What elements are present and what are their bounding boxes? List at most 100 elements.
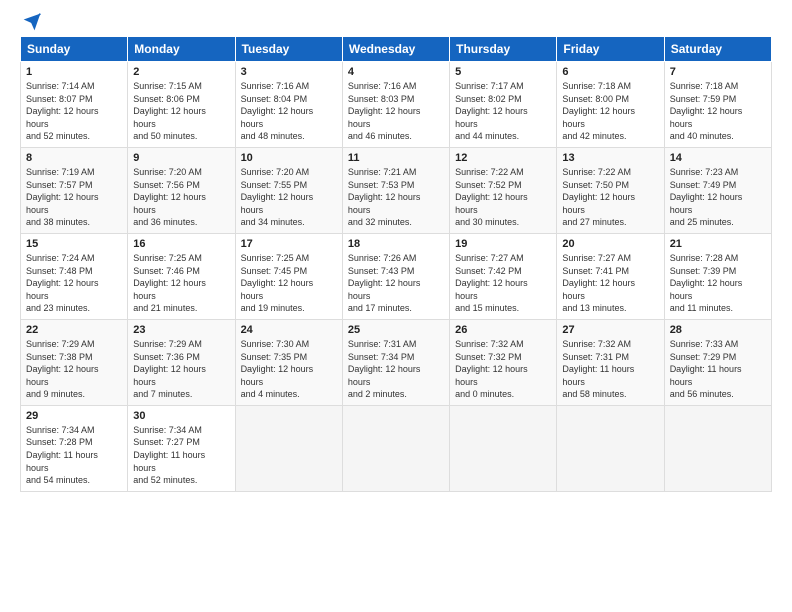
calendar-week-row: 22 Sunrise: 7:29 AM Sunset: 7:38 PM Dayl… [21, 319, 772, 405]
weekday-header-monday: Monday [128, 37, 235, 62]
day-number: 17 [241, 238, 337, 250]
day-number: 11 [348, 152, 444, 164]
calendar-cell: 15 Sunrise: 7:24 AM Sunset: 7:48 PM Dayl… [21, 233, 128, 319]
day-info: Sunrise: 7:32 AM Sunset: 7:32 PM Dayligh… [455, 338, 551, 401]
day-info: Sunrise: 7:27 AM Sunset: 7:41 PM Dayligh… [562, 252, 658, 315]
day-number: 20 [562, 238, 658, 250]
calendar-cell: 4 Sunrise: 7:16 AM Sunset: 8:03 PM Dayli… [342, 62, 449, 148]
calendar-cell [664, 405, 771, 491]
calendar-cell: 27 Sunrise: 7:32 AM Sunset: 7:31 PM Dayl… [557, 319, 664, 405]
day-number: 3 [241, 66, 337, 78]
day-number: 29 [26, 410, 122, 422]
weekday-header-row: SundayMondayTuesdayWednesdayThursdayFrid… [21, 37, 772, 62]
day-info: Sunrise: 7:21 AM Sunset: 7:53 PM Dayligh… [348, 166, 444, 229]
day-info: Sunrise: 7:26 AM Sunset: 7:43 PM Dayligh… [348, 252, 444, 315]
calendar-week-row: 1 Sunrise: 7:14 AM Sunset: 8:07 PM Dayli… [21, 62, 772, 148]
calendar-cell [557, 405, 664, 491]
calendar-cell: 24 Sunrise: 7:30 AM Sunset: 7:35 PM Dayl… [235, 319, 342, 405]
weekday-header-friday: Friday [557, 37, 664, 62]
day-number: 16 [133, 238, 229, 250]
calendar-cell: 6 Sunrise: 7:18 AM Sunset: 8:00 PM Dayli… [557, 62, 664, 148]
day-info: Sunrise: 7:27 AM Sunset: 7:42 PM Dayligh… [455, 252, 551, 315]
day-info: Sunrise: 7:19 AM Sunset: 7:57 PM Dayligh… [26, 166, 122, 229]
calendar-cell: 16 Sunrise: 7:25 AM Sunset: 7:46 PM Dayl… [128, 233, 235, 319]
calendar-cell: 12 Sunrise: 7:22 AM Sunset: 7:52 PM Dayl… [450, 147, 557, 233]
calendar-week-row: 15 Sunrise: 7:24 AM Sunset: 7:48 PM Dayl… [21, 233, 772, 319]
day-info: Sunrise: 7:25 AM Sunset: 7:46 PM Dayligh… [133, 252, 229, 315]
day-number: 12 [455, 152, 551, 164]
day-number: 22 [26, 324, 122, 336]
day-number: 9 [133, 152, 229, 164]
day-info: Sunrise: 7:16 AM Sunset: 8:04 PM Dayligh… [241, 80, 337, 143]
calendar-cell [235, 405, 342, 491]
calendar-cell [450, 405, 557, 491]
day-number: 24 [241, 324, 337, 336]
calendar-cell: 8 Sunrise: 7:19 AM Sunset: 7:57 PM Dayli… [21, 147, 128, 233]
day-number: 18 [348, 238, 444, 250]
day-info: Sunrise: 7:23 AM Sunset: 7:49 PM Dayligh… [670, 166, 766, 229]
calendar-table: SundayMondayTuesdayWednesdayThursdayFrid… [20, 36, 772, 492]
calendar-cell: 9 Sunrise: 7:20 AM Sunset: 7:56 PM Dayli… [128, 147, 235, 233]
calendar-cell: 22 Sunrise: 7:29 AM Sunset: 7:38 PM Dayl… [21, 319, 128, 405]
calendar-cell: 7 Sunrise: 7:18 AM Sunset: 7:59 PM Dayli… [664, 62, 771, 148]
weekday-header-sunday: Sunday [21, 37, 128, 62]
calendar-cell: 18 Sunrise: 7:26 AM Sunset: 7:43 PM Dayl… [342, 233, 449, 319]
calendar-week-row: 29 Sunrise: 7:34 AM Sunset: 7:28 PM Dayl… [21, 405, 772, 491]
day-number: 25 [348, 324, 444, 336]
logo-bird-icon [22, 12, 42, 32]
day-info: Sunrise: 7:22 AM Sunset: 7:50 PM Dayligh… [562, 166, 658, 229]
day-number: 19 [455, 238, 551, 250]
calendar-cell: 20 Sunrise: 7:27 AM Sunset: 7:41 PM Dayl… [557, 233, 664, 319]
day-info: Sunrise: 7:24 AM Sunset: 7:48 PM Dayligh… [26, 252, 122, 315]
day-number: 21 [670, 238, 766, 250]
day-info: Sunrise: 7:16 AM Sunset: 8:03 PM Dayligh… [348, 80, 444, 143]
day-number: 14 [670, 152, 766, 164]
day-info: Sunrise: 7:31 AM Sunset: 7:34 PM Dayligh… [348, 338, 444, 401]
day-number: 7 [670, 66, 766, 78]
day-info: Sunrise: 7:29 AM Sunset: 7:38 PM Dayligh… [26, 338, 122, 401]
logo [20, 16, 42, 28]
calendar-cell: 25 Sunrise: 7:31 AM Sunset: 7:34 PM Dayl… [342, 319, 449, 405]
day-info: Sunrise: 7:20 AM Sunset: 7:56 PM Dayligh… [133, 166, 229, 229]
calendar-week-row: 8 Sunrise: 7:19 AM Sunset: 7:57 PM Dayli… [21, 147, 772, 233]
day-info: Sunrise: 7:15 AM Sunset: 8:06 PM Dayligh… [133, 80, 229, 143]
day-info: Sunrise: 7:18 AM Sunset: 8:00 PM Dayligh… [562, 80, 658, 143]
calendar-cell: 30 Sunrise: 7:34 AM Sunset: 7:27 PM Dayl… [128, 405, 235, 491]
weekday-header-saturday: Saturday [664, 37, 771, 62]
day-info: Sunrise: 7:29 AM Sunset: 7:36 PM Dayligh… [133, 338, 229, 401]
day-number: 28 [670, 324, 766, 336]
day-info: Sunrise: 7:18 AM Sunset: 7:59 PM Dayligh… [670, 80, 766, 143]
calendar-cell: 29 Sunrise: 7:34 AM Sunset: 7:28 PM Dayl… [21, 405, 128, 491]
day-number: 13 [562, 152, 658, 164]
day-number: 26 [455, 324, 551, 336]
day-number: 15 [26, 238, 122, 250]
calendar-cell: 28 Sunrise: 7:33 AM Sunset: 7:29 PM Dayl… [664, 319, 771, 405]
day-info: Sunrise: 7:34 AM Sunset: 7:28 PM Dayligh… [26, 424, 122, 487]
calendar-cell: 13 Sunrise: 7:22 AM Sunset: 7:50 PM Dayl… [557, 147, 664, 233]
weekday-header-tuesday: Tuesday [235, 37, 342, 62]
calendar-cell: 5 Sunrise: 7:17 AM Sunset: 8:02 PM Dayli… [450, 62, 557, 148]
day-number: 27 [562, 324, 658, 336]
calendar-cell: 2 Sunrise: 7:15 AM Sunset: 8:06 PM Dayli… [128, 62, 235, 148]
calendar-cell: 21 Sunrise: 7:28 AM Sunset: 7:39 PM Dayl… [664, 233, 771, 319]
day-number: 10 [241, 152, 337, 164]
day-info: Sunrise: 7:33 AM Sunset: 7:29 PM Dayligh… [670, 338, 766, 401]
day-info: Sunrise: 7:28 AM Sunset: 7:39 PM Dayligh… [670, 252, 766, 315]
calendar-cell: 11 Sunrise: 7:21 AM Sunset: 7:53 PM Dayl… [342, 147, 449, 233]
calendar-cell: 26 Sunrise: 7:32 AM Sunset: 7:32 PM Dayl… [450, 319, 557, 405]
day-info: Sunrise: 7:17 AM Sunset: 8:02 PM Dayligh… [455, 80, 551, 143]
header [20, 16, 772, 28]
day-info: Sunrise: 7:34 AM Sunset: 7:27 PM Dayligh… [133, 424, 229, 487]
calendar-cell: 14 Sunrise: 7:23 AM Sunset: 7:49 PM Dayl… [664, 147, 771, 233]
weekday-header-wednesday: Wednesday [342, 37, 449, 62]
day-number: 5 [455, 66, 551, 78]
day-number: 6 [562, 66, 658, 78]
day-info: Sunrise: 7:32 AM Sunset: 7:31 PM Dayligh… [562, 338, 658, 401]
day-number: 23 [133, 324, 229, 336]
day-info: Sunrise: 7:20 AM Sunset: 7:55 PM Dayligh… [241, 166, 337, 229]
calendar-cell: 3 Sunrise: 7:16 AM Sunset: 8:04 PM Dayli… [235, 62, 342, 148]
day-number: 2 [133, 66, 229, 78]
day-info: Sunrise: 7:25 AM Sunset: 7:45 PM Dayligh… [241, 252, 337, 315]
calendar-cell: 19 Sunrise: 7:27 AM Sunset: 7:42 PM Dayl… [450, 233, 557, 319]
day-info: Sunrise: 7:30 AM Sunset: 7:35 PM Dayligh… [241, 338, 337, 401]
